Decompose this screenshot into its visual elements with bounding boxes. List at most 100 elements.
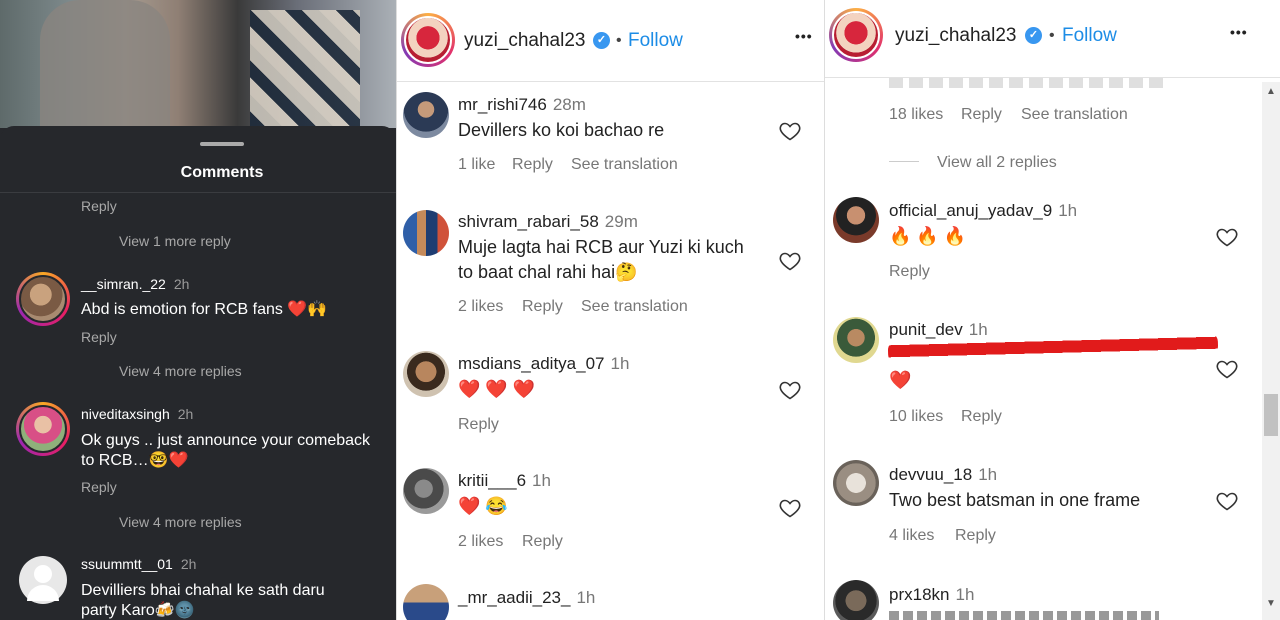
- scroll-down-arrow-icon[interactable]: ▼: [1266, 598, 1276, 609]
- sheet-title: Comments: [180, 164, 264, 181]
- avatar[interactable]: [833, 197, 879, 243]
- comment-time: 1h: [576, 588, 596, 607]
- like-count[interactable]: 2 likes: [458, 533, 503, 551]
- heart-icon[interactable]: [1215, 225, 1239, 249]
- avatar[interactable]: [403, 468, 449, 514]
- username-text[interactable]: punit_dev: [889, 320, 963, 339]
- comment-text: ❤️ ❤️ ❤️: [458, 379, 536, 399]
- comment-text: ❤️: [889, 370, 912, 390]
- username-text[interactable]: __simran._22: [81, 276, 166, 292]
- reply-link[interactable]: Reply: [961, 408, 1002, 426]
- reply-link[interactable]: Reply: [458, 416, 499, 434]
- see-translation-link[interactable]: See translation: [571, 156, 678, 174]
- comment-time: 2h: [173, 276, 190, 292]
- comment-username[interactable]: prx18kn 1h: [889, 585, 974, 605]
- heart-icon[interactable]: [1215, 357, 1239, 381]
- username-text[interactable]: msdians_aditya_07: [458, 354, 604, 373]
- like-count[interactable]: 4 likes: [889, 527, 934, 545]
- username-text[interactable]: niveditaxsingh: [81, 406, 170, 422]
- scroll-up-arrow-icon[interactable]: ▲: [1266, 86, 1276, 97]
- avatar[interactable]: [16, 272, 70, 326]
- comment-username[interactable]: __simran._22 2h: [81, 276, 189, 292]
- heart-icon[interactable]: [778, 119, 802, 143]
- username-text[interactable]: _mr_aadii_23_: [458, 588, 570, 607]
- username-text[interactable]: kritii___6: [458, 471, 526, 490]
- heart-icon[interactable]: [1215, 489, 1239, 513]
- avatar[interactable]: [16, 402, 70, 456]
- comment-text: Abd is emotion for RCB fans ❤️🙌: [81, 301, 328, 318]
- scrollbar[interactable]: ▲ ▼: [1262, 82, 1280, 620]
- comment-time: 1h: [968, 320, 988, 339]
- see-translation-link[interactable]: See translation: [581, 298, 688, 316]
- username-text[interactable]: devvuu_18: [889, 465, 972, 484]
- comment-username[interactable]: _mr_aadii_23_ 1h: [458, 588, 595, 608]
- reply-link[interactable]: Reply: [961, 106, 1002, 124]
- like-count[interactable]: 2 likes: [458, 298, 503, 316]
- reply-link[interactable]: Reply: [81, 198, 117, 214]
- comment-username[interactable]: mr_rishi746 28m: [458, 95, 586, 115]
- username-text[interactable]: prx18kn: [889, 585, 949, 604]
- reply-link[interactable]: Reply: [522, 298, 563, 316]
- see-translation-link[interactable]: See translation: [1021, 106, 1128, 124]
- verified-badge-icon: ✓: [593, 32, 610, 49]
- avatar[interactable]: [403, 210, 449, 256]
- comment-username[interactable]: msdians_aditya_07 1h: [458, 354, 629, 374]
- comment-time: 2h: [177, 406, 194, 422]
- heart-icon[interactable]: [778, 249, 802, 273]
- comment-time: 1h: [532, 471, 551, 490]
- comment-username[interactable]: niveditaxsingh 2h: [81, 406, 193, 422]
- heart-icon[interactable]: [778, 378, 802, 402]
- like-count[interactable]: 18 likes: [889, 106, 943, 124]
- avatar[interactable]: [403, 351, 449, 397]
- follow-button[interactable]: Follow: [628, 30, 683, 52]
- cut-off-comment-text: [889, 78, 1169, 88]
- cut-off-comment-text: [889, 611, 1159, 620]
- profile-avatar[interactable]: [401, 13, 455, 67]
- more-options-icon[interactable]: •••: [795, 28, 813, 44]
- profile-username[interactable]: yuzi_chahal23: [464, 30, 585, 52]
- comment-username[interactable]: kritii___6 1h: [458, 471, 551, 491]
- profile-avatar[interactable]: [829, 8, 883, 62]
- reply-link[interactable]: Reply: [81, 329, 117, 345]
- comment-username[interactable]: devvuu_18 1h: [889, 465, 997, 485]
- comment-text: Devilliers bhai chahal ke sath daru part…: [81, 582, 325, 619]
- scrollbar-thumb[interactable]: [1264, 394, 1278, 436]
- reply-link[interactable]: Reply: [889, 263, 930, 281]
- sheet-drag-handle[interactable]: [200, 142, 244, 146]
- avatar[interactable]: [833, 580, 879, 620]
- comment-username[interactable]: punit_dev 1h: [889, 320, 988, 340]
- more-options-icon[interactable]: •••: [1230, 24, 1248, 40]
- avatar[interactable]: [403, 584, 449, 620]
- comment-time: 28m: [552, 95, 586, 114]
- username-text[interactable]: ssuummtt__01: [81, 556, 173, 572]
- username-text[interactable]: official_anuj_yadav_9: [889, 201, 1052, 220]
- follow-button[interactable]: Follow: [1062, 25, 1117, 47]
- post-header: yuzi_chahal23 ✓ • Follow •••: [825, 0, 1280, 78]
- reply-link[interactable]: Reply: [522, 533, 563, 551]
- comment-text: ❤️ 😂: [458, 496, 508, 516]
- view-all-replies[interactable]: View all 2 replies: [937, 154, 1057, 172]
- replies-line: [889, 161, 919, 162]
- comment-time: 1h: [610, 354, 630, 373]
- comment-username[interactable]: official_anuj_yadav_9 1h: [889, 201, 1077, 221]
- view-more-replies[interactable]: View 1 more reply: [119, 233, 231, 249]
- reply-link[interactable]: Reply: [955, 527, 996, 545]
- username-text[interactable]: mr_rishi746: [458, 95, 547, 114]
- avatar[interactable]: [403, 92, 449, 138]
- reply-link[interactable]: Reply: [81, 479, 117, 495]
- post-photo: [0, 0, 396, 128]
- comment-username[interactable]: shivram_rabari_58 29m: [458, 212, 638, 232]
- comment-username[interactable]: ssuummtt__01 2h: [81, 556, 196, 572]
- avatar[interactable]: [833, 460, 879, 506]
- reply-link[interactable]: Reply: [512, 156, 553, 174]
- comment-text-line-2: to baat chal rahi hai🤔: [458, 262, 638, 282]
- view-more-replies[interactable]: View 4 more replies: [119, 363, 242, 379]
- like-count[interactable]: 10 likes: [889, 408, 943, 426]
- like-count[interactable]: 1 like: [458, 156, 495, 174]
- avatar[interactable]: [833, 317, 879, 363]
- heart-icon[interactable]: [778, 496, 802, 520]
- avatar[interactable]: [19, 556, 67, 604]
- view-more-replies[interactable]: View 4 more replies: [119, 514, 242, 530]
- username-text[interactable]: shivram_rabari_58: [458, 212, 599, 231]
- profile-username[interactable]: yuzi_chahal23: [895, 25, 1016, 47]
